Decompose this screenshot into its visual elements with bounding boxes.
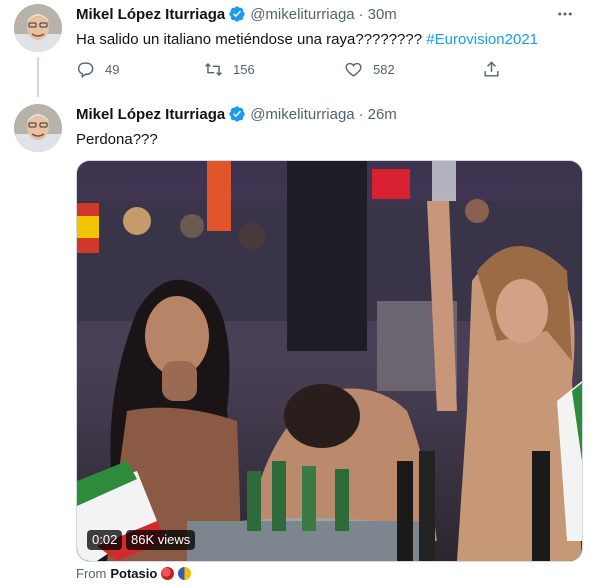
from-label: From [76, 566, 107, 581]
separator-dot: · [358, 5, 364, 23]
tweet-text: Ha salido un italiano metiéndose una ray… [76, 30, 538, 50]
verified-badge-icon [228, 5, 246, 23]
author-name[interactable]: Mikel López Iturriaga [76, 106, 225, 123]
media-emoji-icon [161, 567, 175, 580]
retweet-count: 156 [233, 62, 255, 77]
tweet-timestamp[interactable]: 30m [368, 6, 397, 23]
author-name[interactable]: Mikel López Iturriaga [76, 6, 225, 23]
media-attribution: From Potasio [76, 566, 192, 581]
reply-count: 49 [105, 62, 120, 77]
tweet-text-main: Ha salido un italiano metiéndose una ray… [76, 31, 427, 48]
from-source-link[interactable]: Potasio [110, 566, 157, 581]
verified-badge-icon [228, 105, 246, 123]
tweet-text: Perdona??? [76, 131, 158, 148]
author-avatar[interactable] [14, 104, 62, 152]
like-button[interactable]: 582 [344, 60, 395, 79]
tweet-2[interactable]: Mikel López Iturriaga @mikeliturriaga · … [0, 96, 589, 587]
video-frame [77, 161, 582, 561]
video-player[interactable]: 0:02 86K views [76, 160, 583, 562]
heart-icon [345, 62, 362, 77]
tweet-timestamp[interactable]: 26m [368, 106, 397, 123]
video-views-badge: 86K views [126, 530, 196, 550]
author-handle[interactable]: @mikeliturriaga [250, 106, 354, 123]
tweet-1[interactable]: Mikel López Iturriaga @mikeliturriaga · … [0, 0, 589, 96]
share-icon [484, 61, 499, 77]
reply-button[interactable]: 49 [76, 60, 119, 79]
tweet-actions: 49 156 582 [76, 60, 516, 80]
author-handle[interactable]: @mikeliturriaga [250, 6, 354, 23]
half-moon-emoji-icon [178, 567, 192, 580]
share-button[interactable] [482, 60, 511, 79]
more-dots-icon[interactable] [555, 4, 575, 24]
retweet-icon [205, 62, 222, 77]
author-avatar[interactable] [14, 4, 62, 52]
reply-icon [77, 62, 94, 79]
separator-dot: · [358, 105, 364, 123]
hashtag-link[interactable]: #Eurovision2021 [426, 31, 538, 48]
video-duration-badge: 0:02 [87, 530, 123, 550]
retweet-button[interactable]: 156 [204, 60, 255, 79]
like-count: 582 [373, 62, 395, 77]
